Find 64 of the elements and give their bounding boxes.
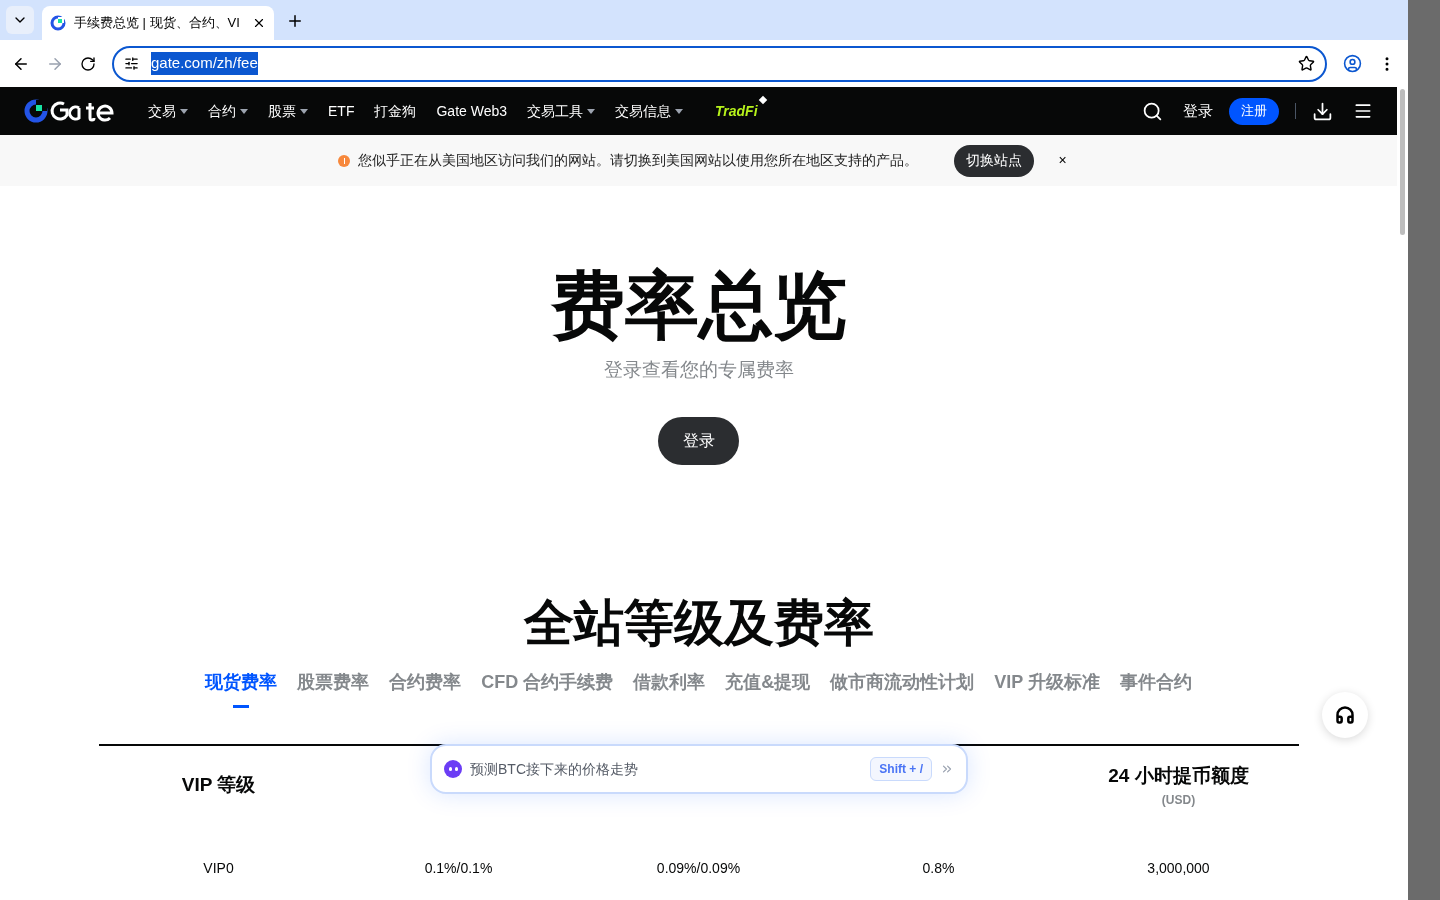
close-button[interactable]: × xyxy=(1058,150,1067,171)
nav-link[interactable]: 合约 xyxy=(208,100,236,122)
caret-icon[interactable] xyxy=(587,108,595,114)
url-text: gate.com/zh/fee xyxy=(151,52,258,75)
reload-icon[interactable] xyxy=(80,55,96,72)
menu-icon[interactable] xyxy=(1353,101,1373,121)
ai-prompt-bar[interactable]: 预测BTC接下来的价格走势 Shift + / xyxy=(430,744,968,794)
tab-title: 手续费总览 | 现货、合约、VI xyxy=(74,14,241,33)
table-cell-text: 3,000,000 xyxy=(1146,858,1211,878)
tab-list-button[interactable] xyxy=(6,6,34,34)
fee-tab[interactable]: 充值&提现 xyxy=(725,668,811,708)
page-title: 费率总览 xyxy=(550,264,847,348)
table-cell-text: 0.1%/0.1% xyxy=(423,858,494,878)
gate-logo-icon xyxy=(50,15,66,31)
site-settings-icon[interactable] xyxy=(124,56,139,71)
table-cell-text: 0.8% xyxy=(921,858,956,878)
fee-tab[interactable]: VIP 升级标准 xyxy=(994,668,1100,708)
fee-tab[interactable]: CFD 合约手续费 xyxy=(481,668,614,708)
shortcut-hint: Shift + / xyxy=(870,757,932,781)
column-header: 24 小时提币额度 xyxy=(1108,764,1249,789)
nav-link[interactable]: 交易工具 xyxy=(527,100,583,122)
prompt-text: 预测BTC接下来的价格走势 xyxy=(470,759,639,779)
caret-icon[interactable] xyxy=(675,108,683,114)
nav-link[interactable]: 股票 xyxy=(268,100,296,122)
fee-tab[interactable]: 做市商流动性计划 xyxy=(830,668,975,708)
nav-link[interactable]: 交易信息 xyxy=(615,100,671,122)
nav-link[interactable]: 打金狗 xyxy=(374,100,417,122)
tradfi-link[interactable]: TradFi xyxy=(715,100,758,122)
section-title: 全站等级及费率 xyxy=(523,593,874,653)
browser-tab[interactable]: 手续费总览 | 现货、合约、VI xyxy=(42,6,274,40)
close-icon[interactable] xyxy=(252,16,266,30)
nav-link[interactable]: Gate Web3 xyxy=(436,100,507,122)
warning-icon xyxy=(338,154,351,167)
support-button[interactable] xyxy=(1322,692,1368,738)
column-header: VIP 等级 xyxy=(181,773,256,798)
address-bar[interactable]: gate.com/zh/fee xyxy=(112,45,1327,82)
bookmark-star-icon[interactable] xyxy=(1298,55,1315,72)
table-cell-text: VIP0 xyxy=(202,858,235,878)
column-subheader: (USD) xyxy=(1161,791,1196,809)
caret-icon[interactable] xyxy=(180,108,188,114)
fee-tab[interactable]: 合约费率 xyxy=(389,668,462,708)
profile-icon[interactable] xyxy=(1343,54,1362,73)
scrollbar-thumb[interactable] xyxy=(1400,89,1405,235)
fee-tab[interactable]: 事件合约 xyxy=(1119,668,1192,708)
fee-tab[interactable]: 现货费率 xyxy=(205,668,278,708)
search-icon[interactable] xyxy=(1142,100,1163,122)
table-cell-text: 0.09%/0.09% xyxy=(655,858,742,878)
headphones-icon xyxy=(1335,705,1355,725)
caret-icon[interactable] xyxy=(300,108,308,114)
login-link[interactable]: 登录 xyxy=(1183,99,1213,123)
nav-link[interactable]: ETF xyxy=(328,100,355,122)
login-button[interactable]: 登录 xyxy=(658,416,739,465)
download-icon[interactable] xyxy=(1312,100,1333,122)
fee-tab[interactable]: 借款利率 xyxy=(633,668,706,708)
nav-link[interactable]: 交易 xyxy=(148,100,176,122)
bot-icon xyxy=(444,760,462,778)
signup-button[interactable]: 注册 xyxy=(1229,97,1279,125)
fee-tab[interactable]: 股票费率 xyxy=(297,668,370,708)
sparkle-icon xyxy=(758,95,767,104)
caret-icon[interactable] xyxy=(240,108,248,114)
new-tab-icon[interactable] xyxy=(286,12,304,30)
notice-text: 您似乎正在从美国地区访问我们的网站。请切换到美国网站以使用您所在地区支持的产品。 xyxy=(358,151,919,170)
switch-site-button[interactable]: 切换站点 xyxy=(954,144,1035,177)
page-subtitle: 登录查看您的专属费率 xyxy=(603,358,794,382)
